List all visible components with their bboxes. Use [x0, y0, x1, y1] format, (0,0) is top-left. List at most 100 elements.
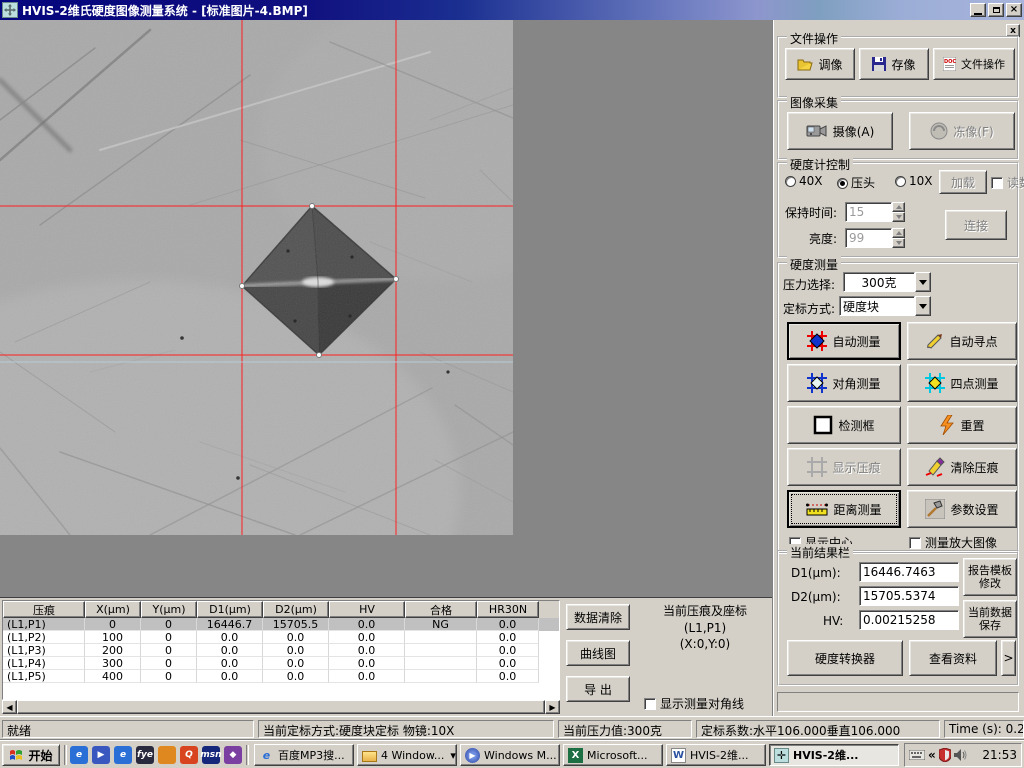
- chevron-icon[interactable]: «: [928, 748, 936, 762]
- view-reference-button[interactable]: 查看资料: [909, 640, 997, 676]
- windows-colors-icon[interactable]: ◆: [224, 746, 242, 764]
- auto-measure-button[interactable]: 自动测量: [787, 322, 901, 360]
- ie-icon[interactable]: e: [114, 746, 132, 764]
- table-horizontal-scrollbar[interactable]: ◀ ▶: [2, 700, 560, 714]
- taskbar-task-button[interactable]: ✛HVIS-2维...: [769, 744, 899, 766]
- four-point-measure-button[interactable]: 四点测量: [907, 364, 1017, 402]
- measure-group-label: 硬度测量: [787, 256, 841, 273]
- table-header-cell[interactable]: 合格: [405, 601, 477, 618]
- parameter-settings-button[interactable]: 参数设置: [907, 490, 1017, 528]
- d1-field[interactable]: 16446.7463: [859, 562, 959, 582]
- svg-text:DOC: DOC: [944, 59, 956, 65]
- reset-button[interactable]: 重置: [907, 406, 1017, 444]
- auto-seek-button[interactable]: 自动寻点: [907, 322, 1017, 360]
- zoom-measure-checkbox[interactable]: 测量放大图像: [909, 534, 997, 551]
- file-operations-button[interactable]: DOC 文件操作: [933, 48, 1015, 80]
- load-force-button[interactable]: 加载: [939, 170, 987, 194]
- folder-icon: [362, 751, 377, 762]
- read-checkbox[interactable]: 读数: [991, 174, 1024, 191]
- table-header-cell[interactable]: X(μm): [85, 601, 141, 618]
- media-player-icon[interactable]: ▶: [92, 746, 110, 764]
- table-cell: 0.0: [329, 644, 405, 657]
- d2-field[interactable]: 15705.5374: [859, 586, 959, 606]
- restore-button[interactable]: [988, 3, 1004, 17]
- show-indent-icon: [807, 457, 827, 477]
- calib-mode-combo[interactable]: 硬度块: [839, 296, 931, 316]
- micrograph-image[interactable]: [0, 20, 513, 535]
- table-row[interactable]: (L1,P4)30000.00.00.00.0: [3, 657, 559, 670]
- chevron-down-icon[interactable]: [915, 296, 931, 316]
- hv-field[interactable]: 0.00215258: [859, 610, 959, 630]
- clear-indent-button[interactable]: 清除压痕: [907, 448, 1017, 486]
- report-template-button[interactable]: 报告模板 修改: [963, 558, 1017, 596]
- table-cell: 300: [85, 657, 141, 670]
- force-select-combo[interactable]: 300克: [843, 272, 931, 292]
- distance-measure-button[interactable]: 距离测量: [787, 490, 901, 528]
- table-header-cell[interactable]: HR30N: [477, 601, 539, 618]
- file-group-label: 文件操作: [787, 30, 841, 47]
- table-cell: (L1,P1): [3, 618, 85, 631]
- radio-40x[interactable]: 40X: [785, 174, 823, 188]
- table-cell: 0.0: [263, 657, 329, 670]
- show-indent-button[interactable]: 显示压痕: [787, 448, 901, 486]
- freeze-button[interactable]: 冻像(F): [909, 112, 1015, 150]
- taskbar-task-button[interactable]: 4 Window...▾: [357, 744, 457, 766]
- hv-label: HV:: [823, 614, 843, 628]
- quicktime-icon[interactable]: Q: [180, 746, 198, 764]
- tray-clock[interactable]: 21:53: [982, 748, 1017, 762]
- app-icon: ✛: [774, 748, 789, 763]
- eye-icon[interactable]: fye: [136, 746, 154, 764]
- hold-time-spinner[interactable]: [892, 202, 905, 222]
- ie-star-icon[interactable]: e: [70, 746, 88, 764]
- eraser-icon: [925, 457, 945, 477]
- globe-icon[interactable]: [158, 746, 176, 764]
- shield-icon[interactable]: [939, 748, 951, 762]
- export-button[interactable]: 导 出: [566, 676, 630, 702]
- table-header-cell[interactable]: 压痕: [3, 601, 85, 618]
- radio-10x[interactable]: 10X: [895, 174, 933, 188]
- curve-chart-button[interactable]: 曲线图: [566, 640, 630, 666]
- save-current-data-button[interactable]: 当前数据 保存: [963, 600, 1017, 638]
- taskbar-task-button[interactable]: WHVIS-2维...: [666, 744, 766, 766]
- taskbar-task-button[interactable]: XMicrosoft...: [563, 744, 663, 766]
- table-row[interactable]: (L1,P2)10000.00.00.00.0: [3, 631, 559, 644]
- taskbar-task-button[interactable]: ▶Windows M...: [460, 744, 560, 766]
- table-row[interactable]: (L1,P5)40000.00.00.00.0: [3, 670, 559, 683]
- taskbar-task-button[interactable]: e百度MP3搜...: [254, 744, 354, 766]
- brightness-field[interactable]: 99: [845, 228, 892, 248]
- table-header-cell[interactable]: D2(μm): [263, 601, 329, 618]
- hold-time-field[interactable]: 15: [845, 202, 892, 222]
- detect-box-button[interactable]: 检测框: [787, 406, 901, 444]
- minimize-button[interactable]: [970, 3, 986, 17]
- table-header-cell[interactable]: HV: [329, 601, 405, 618]
- table-cell: 0.0: [477, 618, 539, 631]
- table-row[interactable]: (L1,P1)0016446.715705.50.0NG0.0: [3, 618, 559, 631]
- more-button[interactable]: >: [1001, 640, 1016, 676]
- start-button[interactable]: 开始: [2, 744, 60, 766]
- load-image-button[interactable]: 调像: [785, 48, 855, 80]
- clear-data-button[interactable]: 数据清除: [566, 604, 630, 630]
- brightness-spinner[interactable]: [892, 228, 905, 248]
- scroll-left-button[interactable]: ◀: [2, 700, 17, 714]
- hardness-converter-button[interactable]: 硬度转换器: [787, 640, 903, 676]
- hammer-icon: [925, 499, 945, 519]
- radio-indenter[interactable]: 压头: [837, 174, 875, 191]
- chevron-down-icon[interactable]: [915, 272, 931, 292]
- scroll-right-button[interactable]: ▶: [545, 700, 560, 714]
- speaker-icon[interactable]: [954, 749, 967, 761]
- diagonal-measure-button[interactable]: 对角测量: [787, 364, 901, 402]
- table-header-cell[interactable]: Y(μm): [141, 601, 197, 618]
- msn-icon[interactable]: msn: [202, 746, 220, 764]
- close-button[interactable]: ×: [1006, 3, 1022, 17]
- show-diagonal-checkbox[interactable]: [644, 698, 656, 710]
- table-cell: 0.0: [329, 670, 405, 683]
- scrollbar-thumb[interactable]: [17, 700, 545, 714]
- table-row[interactable]: (L1,P3)20000.00.00.00.0: [3, 644, 559, 657]
- four-point-icon: [925, 373, 945, 393]
- capture-button[interactable]: 摄像(A): [787, 112, 893, 150]
- chevron-down-icon[interactable]: ▾: [450, 749, 456, 762]
- connect-button[interactable]: 连接: [945, 210, 1007, 240]
- save-image-button[interactable]: 存像: [859, 48, 929, 80]
- table-header-cell[interactable]: D1(μm): [197, 601, 263, 618]
- keyboard-icon[interactable]: [909, 750, 925, 760]
